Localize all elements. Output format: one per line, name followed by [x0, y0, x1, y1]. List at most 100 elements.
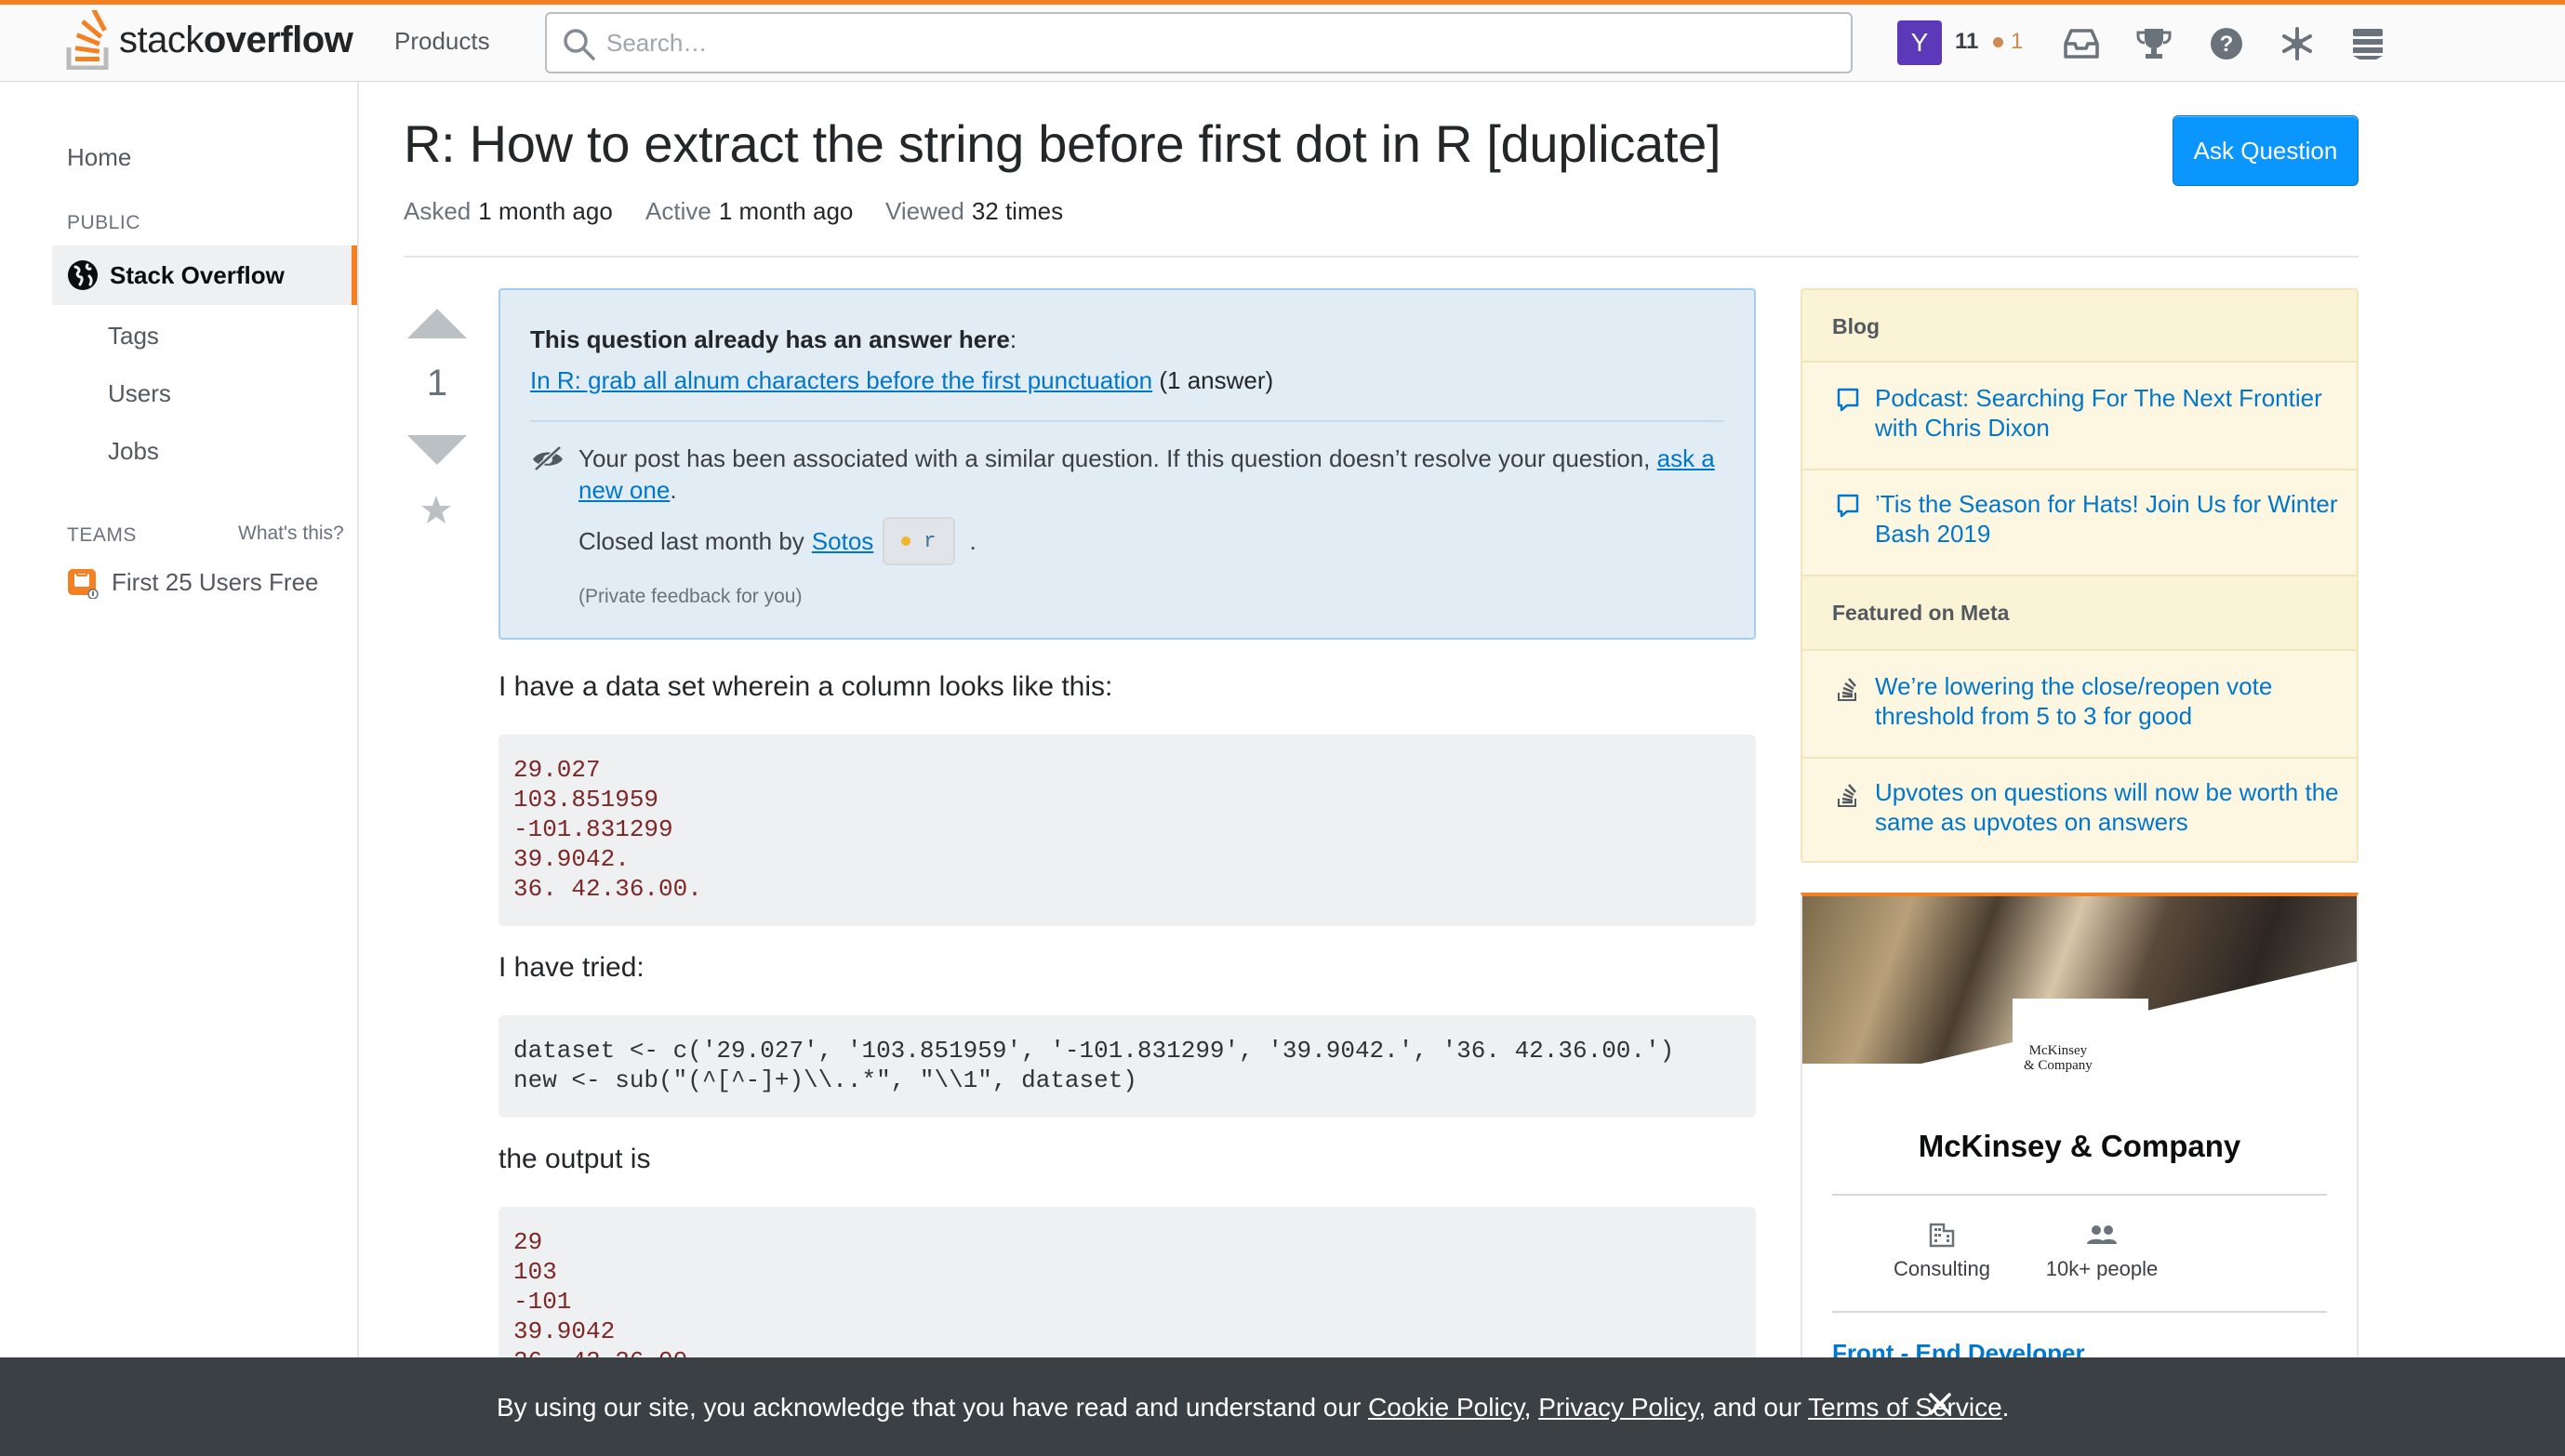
question-title[interactable]: R: How to extract the string before firs…: [404, 113, 1721, 174]
company-size-label: 10k+ people: [2045, 1257, 2159, 1280]
blog-post-link[interactable]: Podcast: Searching For The Next Frontier…: [1875, 383, 2340, 443]
nav-tags[interactable]: Tags: [108, 322, 159, 351]
duplicate-notice-text: Your post has been associated with a sim…: [578, 443, 1732, 506]
body-paragraph-1: I have a data set wherein a column looks…: [498, 671, 1113, 702]
downvote-arrow-icon[interactable]: [407, 433, 467, 467]
meta-post-link[interactable]: Upvotes on questions will now be worth t…: [1875, 777, 2340, 837]
viewed-value: 32 times: [971, 197, 1064, 225]
privacy-policy-link[interactable]: Privacy Policy: [1538, 1393, 1698, 1422]
user-avatar[interactable]: Y: [1897, 20, 1942, 65]
top-bar: stackoverflow Products Y 11 1 ?: [0, 0, 2565, 82]
notice-end: .: [670, 476, 677, 504]
upvote-arrow-icon[interactable]: [407, 307, 467, 340]
code-line: -101: [513, 1288, 572, 1316]
tag-r[interactable]: r: [883, 517, 955, 565]
company-name[interactable]: McKinsey & Company: [1802, 1129, 2357, 1164]
asked-value[interactable]: 1 month ago: [478, 197, 613, 225]
cookie-notice-text: By using our site, you acknowledge that …: [497, 1393, 2009, 1423]
stack-small-icon: [1838, 784, 1856, 807]
active-meta: Active 1 month ago: [645, 197, 853, 226]
code-line: 39.9042: [513, 1317, 616, 1345]
duplicate-notice: This question already has an answer here…: [498, 288, 1756, 640]
closed-by-user-link[interactable]: Sotos: [812, 527, 874, 556]
search-icon: [564, 29, 595, 60]
blog-widget: Blog Podcast: Searching For The Next Fro…: [1801, 288, 2359, 863]
code-line: 103: [513, 1258, 557, 1286]
inbox-icon[interactable]: [2061, 23, 2102, 64]
company-logo: McKinsey & Company: [2024, 1043, 2093, 1073]
closed-by-label: Closed last month by: [578, 526, 804, 555]
code-block-data: 29.027 103.851959 -101.831299 39.9042. 36. 4…: [498, 735, 1756, 926]
speech-bubble-icon: [1837, 388, 1859, 412]
nav-stack-overflow-label: Stack Overflow: [110, 260, 285, 289]
reputation-count[interactable]: 11: [1955, 29, 1978, 55]
duplicate-heading: This question already has an answer here…: [530, 325, 1017, 354]
logo-bold-text: overflow: [203, 19, 353, 60]
blog-post[interactable]: ’Tis the Season for Hats! Join Us for Wi…: [1802, 470, 2357, 576]
meta-post[interactable]: We’re lowering the close/reopen vote thr…: [1802, 653, 2357, 759]
teams-whats-this-link[interactable]: What's this?: [238, 523, 344, 545]
body-paragraph-2: I have tried:: [498, 952, 645, 983]
logo-wordmark: stackoverflow: [119, 19, 353, 61]
company-size: 10k+ people: [2009, 1222, 2195, 1281]
terms-of-service-link[interactable]: Terms of Service: [1808, 1393, 2002, 1422]
globe-icon: [68, 260, 98, 290]
search-input[interactable]: [606, 25, 1815, 60]
code-line: 29.027: [513, 756, 601, 784]
active-value[interactable]: 1 month ago: [719, 197, 854, 225]
code-line: new <- sub("(^[^-]+)\\..*", "\\1", datas…: [513, 1066, 1137, 1094]
people-icon: [2087, 1225, 2117, 1244]
active-label: Active: [645, 197, 711, 225]
cookie-policy-link[interactable]: Cookie Policy: [1368, 1393, 1524, 1422]
review-icon[interactable]: [2277, 23, 2318, 64]
meta-post-link[interactable]: We’re lowering the close/reopen vote thr…: [1875, 671, 2340, 731]
ask-question-button[interactable]: Ask Question: [2173, 115, 2359, 186]
code-line: 103.851959: [513, 786, 659, 814]
bronze-badge-icon: [1993, 37, 2003, 47]
duplicate-link-row: In R: grab all alnum characters before t…: [530, 366, 1273, 395]
stack-small-icon: [1838, 678, 1856, 701]
nav-home[interactable]: Home: [67, 143, 131, 172]
duplicate-question-link[interactable]: In R: grab all alnum characters before t…: [530, 366, 1152, 394]
code-line: 29: [513, 1228, 543, 1256]
nav-section-teams: TEAMS: [67, 524, 137, 546]
title-divider: [404, 256, 2359, 258]
tag-r-label: r: [924, 529, 937, 553]
stack-logo-icon: [66, 10, 109, 70]
viewed-label: Viewed: [885, 197, 964, 225]
meta-post[interactable]: Upvotes on questions will now be worth t…: [1802, 759, 2357, 861]
building-icon: [1929, 1223, 1955, 1248]
stackoverflow-logo[interactable]: stackoverflow: [65, 8, 353, 72]
close-icon[interactable]: [1925, 1389, 1955, 1419]
favorite-star-icon[interactable]: [420, 495, 452, 524]
nav-stack-overflow[interactable]: Stack Overflow: [52, 245, 357, 305]
site-switcher-icon[interactable]: [2347, 23, 2388, 64]
cookie-sep: ,: [1523, 1393, 1539, 1422]
achievements-icon[interactable]: [2133, 23, 2174, 64]
code-line: -101.831299: [513, 815, 673, 843]
closed-by-end: .: [969, 526, 977, 555]
ad-divider: [1832, 1311, 2327, 1313]
eye-off-icon: [533, 445, 563, 471]
svg-text:?: ?: [2220, 32, 2234, 57]
company-industry-label: Consulting: [1894, 1257, 1990, 1280]
code-line: 36. 42.36.00.: [513, 875, 702, 903]
blog-post[interactable]: Podcast: Searching For The Next Frontier…: [1802, 364, 2357, 470]
cookie-sep: , and our: [1698, 1393, 1809, 1422]
nav-section-public: PUBLIC: [67, 212, 140, 233]
code-line: 39.9042.: [513, 845, 630, 873]
products-menu[interactable]: Products: [394, 27, 490, 56]
nav-jobs[interactable]: Jobs: [108, 437, 159, 466]
closed-by-row: Closed last month by Sotos r .: [578, 517, 977, 565]
nav-teams-free[interactable]: First 25 Users Free: [67, 565, 319, 599]
blog-post-link[interactable]: ’Tis the Season for Hats! Join Us for Wi…: [1875, 489, 2340, 549]
meta-heading: Featured on Meta: [1802, 576, 2357, 651]
code-block-tried: dataset <- c('29.027', '103.851959', '-1…: [498, 1015, 1756, 1118]
cookie-text-end: .: [2001, 1393, 2010, 1422]
search-box[interactable]: [545, 12, 1853, 73]
nav-users[interactable]: Users: [108, 379, 171, 408]
help-icon[interactable]: ?: [2206, 23, 2247, 64]
duplicate-heading-colon: :: [1009, 325, 1017, 353]
bronze-badge-count[interactable]: 1: [2011, 29, 2023, 55]
body-paragraph-3: the output is: [498, 1144, 651, 1174]
